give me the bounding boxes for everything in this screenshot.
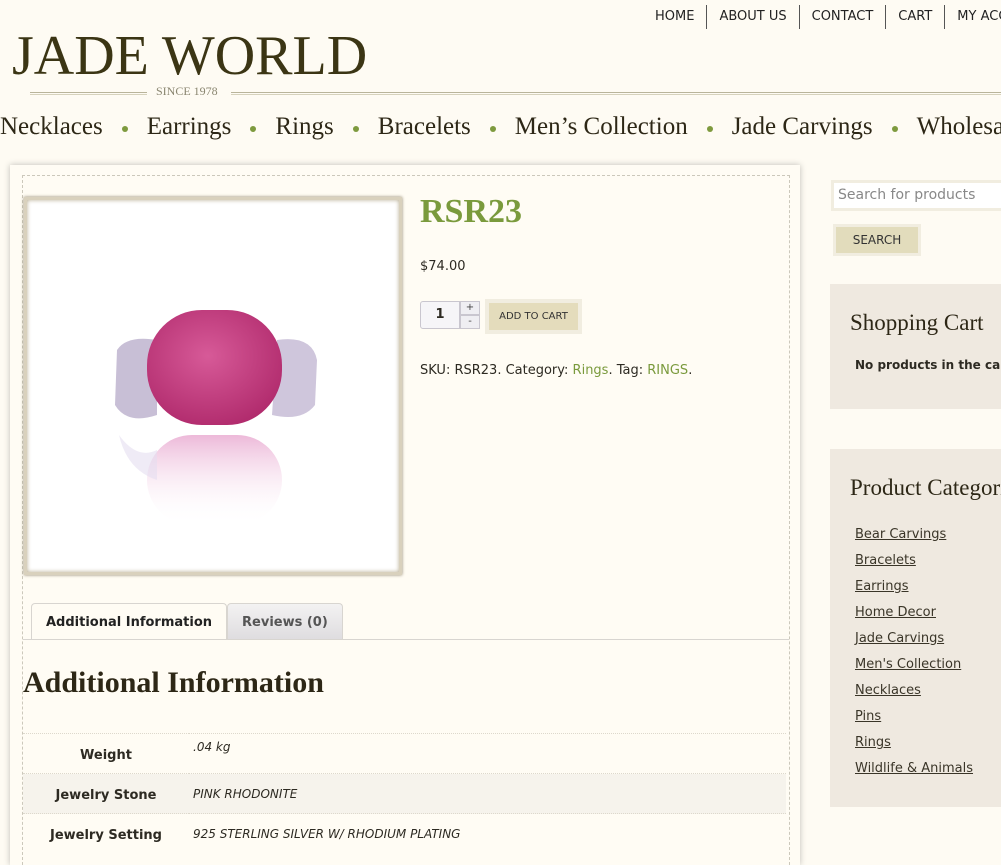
cart-title: Shopping Cart [850,310,984,335]
nav-separator [250,126,257,132]
top-nav-about[interactable]: ABOUT US [707,5,800,29]
tag-label: . Tag: [608,363,648,378]
nav-bracelets[interactable]: Bracelets [378,113,471,141]
attr-value: .04 kg [189,733,786,774]
tab-additional-information[interactable]: Additional Information [31,603,228,640]
tab-reviews[interactable]: Reviews (0) [227,603,343,640]
additional-info-heading: Additional Information [23,666,324,699]
sku-label: SKU: [420,363,455,378]
product-title: RSR23 [420,193,523,230]
category-link[interactable]: Rings [573,363,609,378]
product-meta: SKU: RSR23. Category: Rings. Tag: RINGS. [420,363,692,378]
category-earrings[interactable]: Earrings [855,579,909,594]
category-home-decor[interactable]: Home Decor [855,605,936,620]
nav-separator [352,126,359,132]
logo-rule-left [30,92,147,95]
top-nav-my-account[interactable]: MY ACCOUNT [945,5,1001,29]
search-input[interactable]: Search for products [831,180,1001,211]
nav-rings[interactable]: Rings [275,113,333,141]
category-mens-collection[interactable]: Men's Collection [855,657,961,672]
nav-mens-collection[interactable]: Men’s Collection [515,113,688,141]
nav-separator [706,126,713,132]
nav-separator [891,126,898,132]
attr-key: Weight [23,733,189,774]
categories-title: Product Categories [850,475,1001,500]
category-rings[interactable]: Rings [855,735,891,750]
nav-necklaces[interactable]: Necklaces [0,113,103,141]
site-logo[interactable]: JADE WORLD [12,26,367,86]
table-row: Jewelry Stone PINK RHODONITE [23,773,786,814]
shopping-cart-widget: Shopping Cart No products in the cart. [830,284,1001,409]
meta-end: . [688,363,693,378]
nav-earrings[interactable]: Earrings [147,113,232,141]
nav-jade-carvings[interactable]: Jade Carvings [732,113,873,141]
category-pins[interactable]: Pins [855,709,881,724]
product-price: $74.00 [420,259,466,274]
product-image[interactable] [24,197,402,575]
attr-value: PINK RHODONITE [189,773,786,814]
logo-tagline: SINCE 1978 [156,84,218,98]
cart-empty-message: No products in the cart. [855,358,1001,372]
nav-separator [489,126,496,132]
table-row: Weight .04 kg [23,733,786,774]
logo-rule-right [231,92,1001,95]
attributes-table: Weight .04 kg Jewelry Stone PINK RHODONITE… [23,733,786,854]
tab-divider [23,639,789,640]
category-wildlife-animals[interactable]: Wildlife & Animals [855,761,973,776]
top-nav-home[interactable]: HOME [643,5,708,29]
ring-image [115,310,317,525]
category-label: . Category: [497,363,573,378]
category-necklaces[interactable]: Necklaces [855,683,921,698]
top-nav: HOME ABOUT US CONTACT CART MY ACCOUNT [643,5,1001,29]
top-nav-cart[interactable]: CART [886,5,946,29]
attr-value: 925 STERLING SILVER W/ RHODIUM PLATING [189,813,786,854]
add-to-cart-button[interactable]: ADD TO CART [485,299,582,334]
tag-link[interactable]: RINGS [647,363,688,378]
attr-key: Jewelry Stone [23,773,189,814]
main-nav: Necklaces Earrings Rings Bracelets Men’s… [0,113,1001,141]
quantity-input[interactable]: 1 [420,301,460,329]
quantity-decrease-button[interactable]: - [460,315,480,329]
product-categories-widget: Product Categories Bear Carvings Bracele… [830,449,1001,807]
quantity-increase-button[interactable]: + [460,301,480,315]
table-row: Jewelry Setting 925 STERLING SILVER W/ RH… [23,813,786,854]
category-bear-carvings[interactable]: Bear Carvings [855,527,946,542]
search-button[interactable]: SEARCH [833,224,921,256]
nav-wholesale[interactable]: Wholesale [917,113,1001,141]
nav-separator [121,126,128,132]
category-jade-carvings[interactable]: Jade Carvings [855,631,944,646]
attr-key: Jewelry Setting [23,813,189,854]
category-bracelets[interactable]: Bracelets [855,553,916,568]
top-nav-contact[interactable]: CONTACT [800,5,887,29]
sku-value: RSR23 [454,363,498,378]
product-tabs: Additional Information Reviews (0) [31,603,343,640]
